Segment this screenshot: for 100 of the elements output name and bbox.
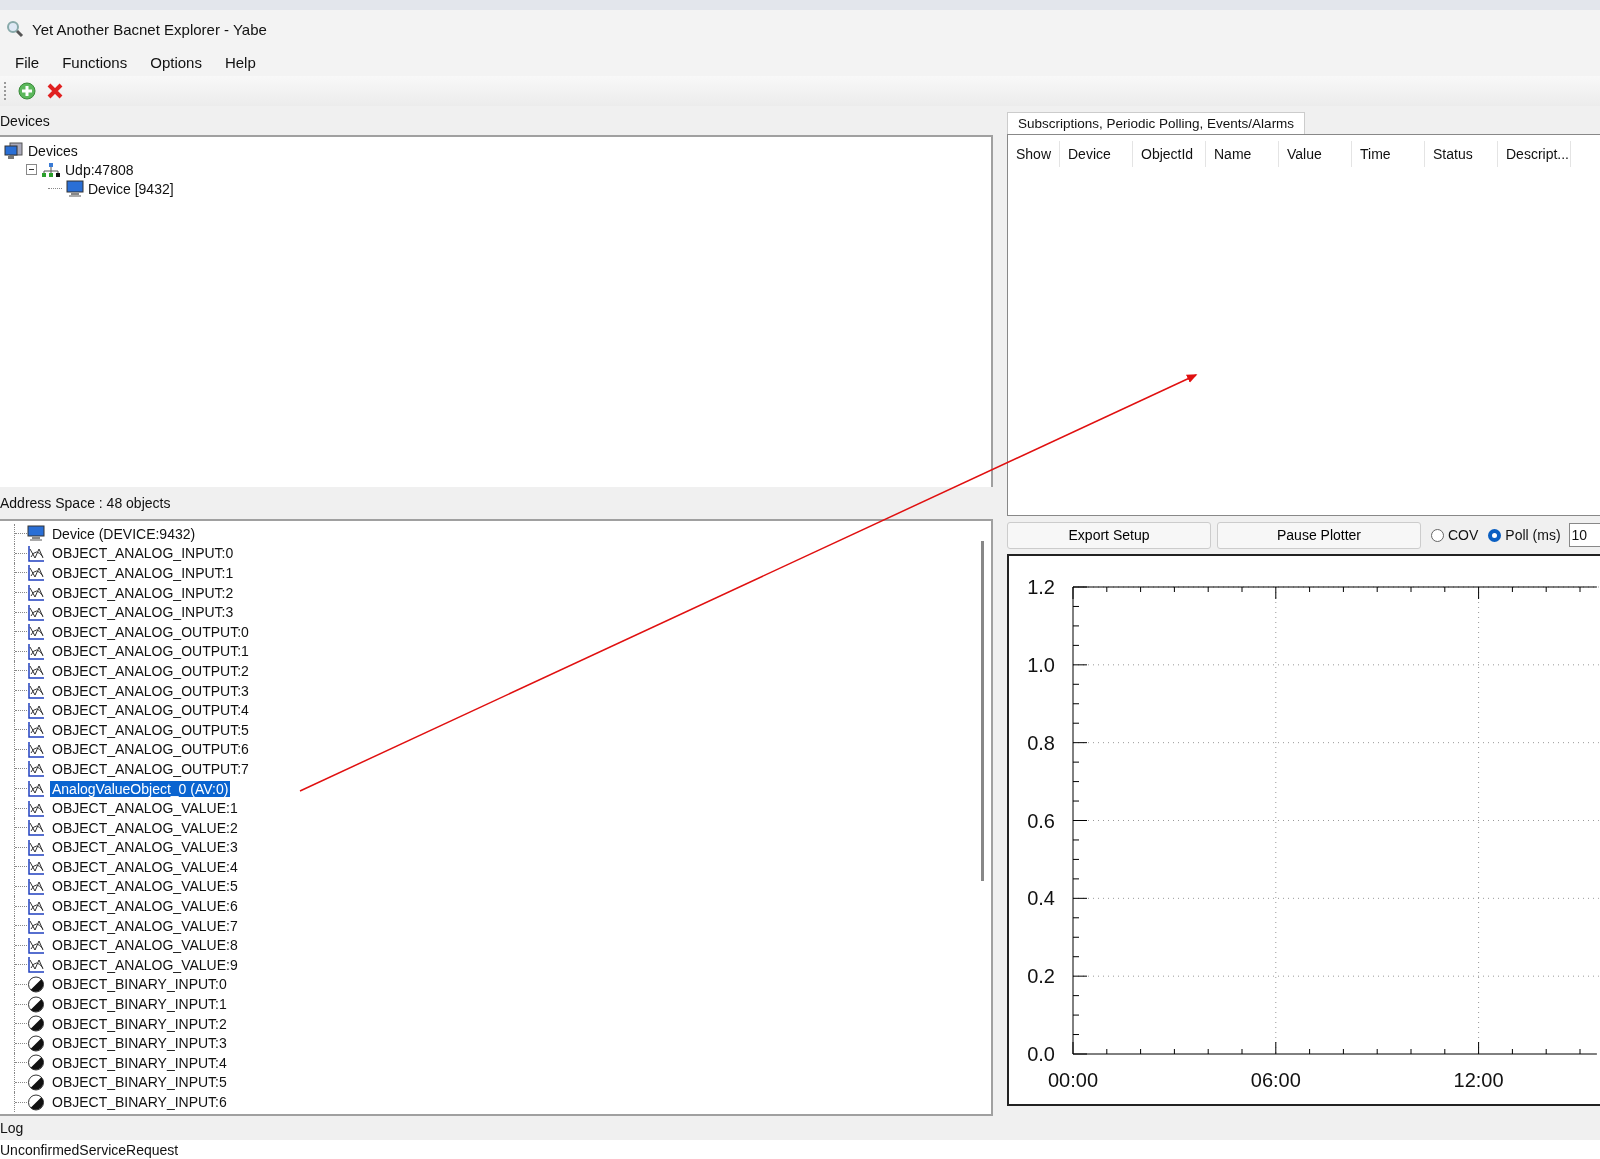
chart-icon — [27, 721, 45, 739]
menu-item[interactable]: File — [15, 53, 40, 71]
chart-icon — [27, 701, 45, 719]
radio-button[interactable] — [1431, 528, 1444, 542]
collapse-toggle[interactable] — [26, 164, 37, 175]
half-circle-icon — [27, 995, 45, 1013]
tree-item[interactable]: OBJECT_ANALOG_VALUE:8 — [50, 937, 240, 954]
y-tick-label: 0.2 — [1027, 965, 1055, 988]
tree-item[interactable]: Device (DEVICE:9432) — [50, 525, 198, 542]
chart-icon — [27, 642, 45, 660]
tree-item[interactable]: OBJECT_ANALOG_VALUE:4 — [50, 858, 240, 875]
chart-icon — [27, 682, 45, 700]
chart-icon — [27, 623, 45, 641]
computers-icon — [4, 141, 24, 160]
tree-item[interactable]: OBJECT_BINARY_INPUT:2 — [50, 1015, 229, 1032]
half-circle-icon — [27, 1054, 45, 1072]
menu-item[interactable]: Functions — [62, 53, 128, 71]
chart-icon — [27, 603, 45, 621]
chart-icon — [27, 799, 45, 817]
chart-icon — [27, 838, 45, 856]
tree-item[interactable]: OBJECT_ANALOG_OUTPUT:0 — [50, 623, 251, 640]
column-header[interactable]: Show — [1008, 141, 1060, 167]
log-header: Log — [0, 1120, 24, 1136]
y-tick-label: 0.4 — [1027, 887, 1055, 910]
half-circle-icon — [27, 1093, 45, 1111]
tab[interactable]: Subscriptions, Periodic Polling, Events/Alarms — [1007, 112, 1306, 134]
tree-item[interactable]: OBJECT_ANALOG_OUTPUT:7 — [50, 760, 251, 777]
tree-item[interactable]: OBJECT_ANALOG_VALUE:3 — [50, 839, 240, 856]
tree-item[interactable]: OBJECT_ANALOG_VALUE:7 — [50, 917, 240, 934]
tree-item[interactable]: OBJECT_BINARY_INPUT:0 — [50, 976, 229, 993]
column-header[interactable]: Status — [1425, 141, 1498, 167]
poll-interval-field[interactable]: 10 — [1568, 523, 1600, 547]
tree-item[interactable]: OBJECT_BINARY_INPUT:4 — [50, 1054, 229, 1071]
chart-icon — [27, 584, 45, 602]
log-line: UnconfirmedServiceRequest — [0, 1141, 180, 1158]
tree-item[interactable]: OBJECT_ANALOG_VALUE:2 — [50, 819, 240, 836]
half-circle-icon — [27, 975, 45, 993]
tree-item[interactable]: OBJECT_ANALOG_INPUT:2 — [50, 584, 236, 601]
menu-item[interactable]: Options — [150, 53, 202, 71]
chart-icon — [27, 740, 45, 758]
x-tick-label: 06:00 — [1250, 1069, 1301, 1091]
add-icon[interactable] — [18, 82, 36, 100]
magnifier-icon — [6, 20, 24, 38]
tree-item[interactable]: OBJECT_ANALOG_INPUT:3 — [50, 604, 236, 621]
monitor-icon — [66, 179, 84, 198]
tree-item[interactable]: OBJECT_BINARY_INPUT:5 — [50, 1074, 229, 1091]
radio-button[interactable] — [1488, 528, 1502, 542]
chart-icon — [27, 780, 45, 797]
action-button[interactable]: Pause Plotter — [1217, 521, 1421, 549]
tree-item[interactable]: OBJECT_ANALOG_VALUE:9 — [50, 956, 240, 973]
y-tick-label: 1.0 — [1027, 653, 1055, 676]
tree-item[interactable]: Devices — [28, 142, 78, 159]
x-tick-label: 00:00 — [1047, 1069, 1099, 1091]
y-tick-label: 1.2 — [1027, 576, 1055, 598]
tree-item[interactable]: OBJECT_ANALOG_INPUT:1 — [50, 565, 236, 581]
address-space-header: Address Space : 48 objects — [0, 495, 171, 511]
chart-icon — [27, 760, 45, 778]
half-circle-icon — [27, 1073, 45, 1091]
devices-header: Devices — [0, 112, 50, 129]
chart-icon — [27, 956, 45, 974]
tree-item[interactable]: OBJECT_BINARY_INPUT:3 — [50, 1035, 229, 1052]
tree-item[interactable]: OBJECT_ANALOG_OUTPUT:6 — [50, 741, 251, 758]
chart-icon — [27, 564, 45, 582]
column-header[interactable]: Device — [1060, 141, 1133, 167]
tree-item[interactable]: OBJECT_ANALOG_OUTPUT:2 — [50, 662, 251, 679]
half-circle-icon — [27, 1034, 45, 1052]
chart-icon — [27, 858, 45, 876]
tree-item[interactable]: OBJECT_ANALOG_VALUE:5 — [50, 878, 240, 895]
y-tick-label: 0.8 — [1027, 731, 1055, 754]
chart-icon — [27, 878, 45, 895]
chart-icon — [27, 544, 45, 562]
radio-label: Poll (ms) — [1505, 527, 1561, 543]
tree-item[interactable]: OBJECT_ANALOG_VALUE:1 — [50, 800, 240, 817]
window-title: Yet Another Bacnet Explorer - Yabe — [32, 20, 267, 38]
y-tick-label: 0.0 — [1027, 1043, 1055, 1065]
column-header[interactable]: ObjectId — [1133, 141, 1206, 167]
tree-item[interactable]: OBJECT_ANALOG_VALUE:6 — [50, 898, 240, 915]
half-circle-icon — [27, 1015, 45, 1033]
chart-icon — [27, 662, 45, 680]
tree-item[interactable]: OBJECT_BINARY_INPUT:1 — [50, 996, 229, 1013]
tree-item[interactable]: OBJECT_BINARY_INPUT:6 — [50, 1094, 229, 1110]
tree-item[interactable]: Device [9432] — [88, 180, 174, 197]
tree-item[interactable]: OBJECT_ANALOG_INPUT:0 — [50, 545, 236, 562]
column-header[interactable]: Value — [1279, 141, 1352, 167]
tree-item[interactable]: AnalogValueObject_0 (AV:0) — [50, 780, 231, 797]
chart-icon — [27, 897, 45, 915]
tree-item[interactable]: OBJECT_ANALOG_OUTPUT:3 — [50, 682, 251, 699]
tree-item[interactable]: Udp:47808 — [65, 161, 134, 178]
column-header[interactable]: Name — [1206, 141, 1279, 167]
column-header[interactable]: Time — [1352, 141, 1425, 167]
x-tick-label: 12:00 — [1453, 1069, 1504, 1091]
network-icon — [41, 161, 61, 178]
action-button[interactable]: Export Setup — [1007, 521, 1211, 549]
tree-item[interactable]: OBJECT_ANALOG_OUTPUT:1 — [50, 643, 251, 660]
tree-item[interactable]: OBJECT_ANALOG_OUTPUT:4 — [50, 702, 251, 719]
tree-item[interactable]: OBJECT_ANALOG_OUTPUT:5 — [50, 721, 251, 738]
column-header[interactable]: Descript... — [1498, 141, 1571, 167]
menu-item[interactable]: Help — [224, 53, 256, 71]
chart-icon — [27, 936, 45, 954]
delete-icon[interactable] — [46, 82, 64, 100]
